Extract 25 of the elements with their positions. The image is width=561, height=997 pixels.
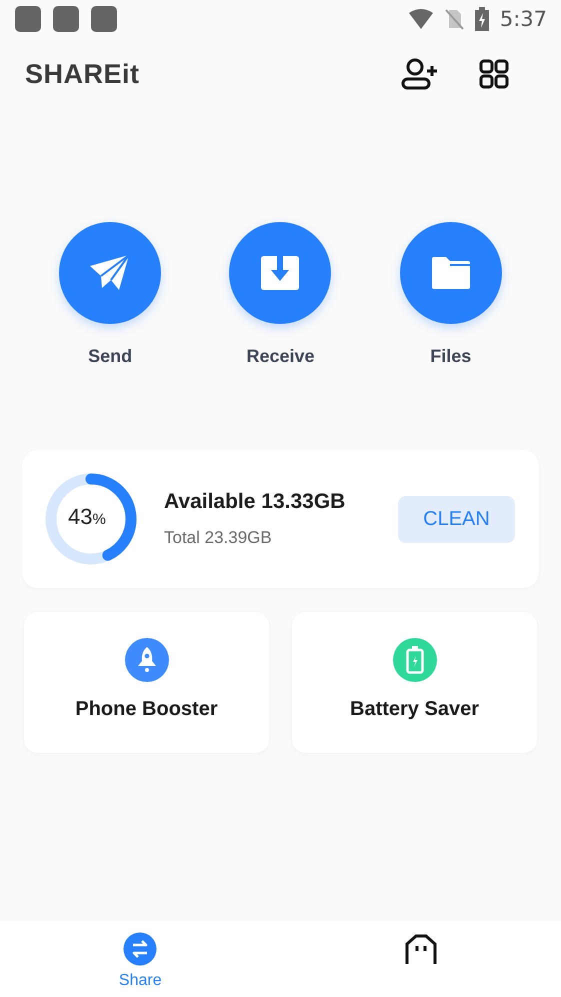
booster-card[interactable]: Phone Booster xyxy=(24,612,269,753)
battery-icon xyxy=(474,7,490,31)
transfer-icon xyxy=(123,932,158,966)
wifi-icon xyxy=(408,8,434,30)
battery-label: Battery Saver xyxy=(350,698,479,721)
notification-icon xyxy=(15,6,41,32)
notification-icon xyxy=(91,6,117,32)
paper-plane-icon xyxy=(89,254,132,292)
status-time: 5:37 xyxy=(500,7,547,31)
available-space: Available 13.33GB xyxy=(164,490,346,514)
app-logo: SHAREit xyxy=(25,58,140,90)
booster-label: Phone Booster xyxy=(75,698,218,721)
download-box-icon xyxy=(261,256,300,290)
notification-icon xyxy=(53,6,79,32)
total-space: Total 23.39GB xyxy=(164,528,273,548)
battery-card[interactable]: Battery Saver xyxy=(292,612,537,753)
storage-percent: 43% xyxy=(68,504,106,530)
apps-grid-icon[interactable] xyxy=(479,59,509,89)
receive-label: Receive xyxy=(246,346,315,367)
robot-face-icon xyxy=(404,932,438,966)
folder-icon xyxy=(432,257,470,289)
send-label: Send xyxy=(88,346,132,367)
add-user-icon[interactable] xyxy=(401,58,439,90)
files-label: Files xyxy=(430,346,472,367)
no-sim-icon xyxy=(444,8,464,30)
